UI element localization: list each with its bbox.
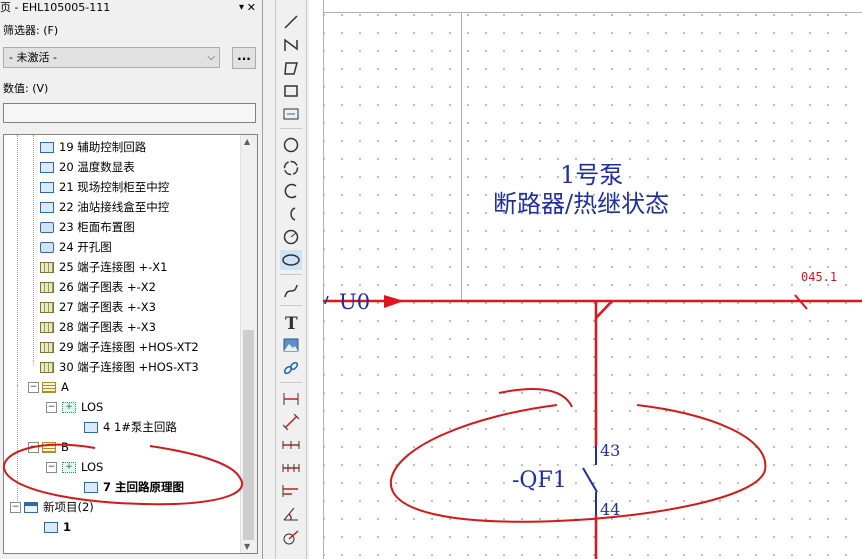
tree-item-page[interactable]: 20 温度数显表 xyxy=(40,158,135,176)
page-icon xyxy=(44,522,58,533)
collapse-toggle[interactable]: − xyxy=(28,382,39,393)
red-annotation-circle xyxy=(2,443,243,506)
tree-item-page[interactable]: 22 油站接线盒至中控 xyxy=(40,198,169,216)
tree-item-page[interactable]: 21 现场控制柜至中控 xyxy=(40,178,169,196)
tree-item-page[interactable]: 27 端子图表 +-X3 xyxy=(40,298,156,316)
collapse-toggle[interactable]: − xyxy=(46,402,57,413)
dimension-angled-icon[interactable] xyxy=(280,412,302,432)
panel-titlebar: 页 - EHL105005-111 ▾ ✕ xyxy=(0,0,262,16)
filter-options-button[interactable]: ... xyxy=(232,47,256,69)
tree-item-page[interactable]: 29 端子连接图 +HOS-XT2 xyxy=(40,338,199,356)
tree-item-page[interactable]: 30 端子连接图 +HOS-XT3 xyxy=(40,358,199,376)
drawing-toolbar: T xyxy=(275,0,307,559)
dimension-chain-icon[interactable] xyxy=(280,435,302,455)
terminal-page-icon xyxy=(40,282,54,293)
cross-reference-label: 045.1 xyxy=(801,270,838,284)
tree-item-page[interactable]: 24 开孔图 xyxy=(40,238,112,256)
close-icon[interactable]: ✕ xyxy=(247,0,256,16)
scroll-down-icon[interactable]: ▼ xyxy=(244,542,250,551)
chevron-down-icon: ⌵ xyxy=(207,52,215,63)
arc-3-icon[interactable] xyxy=(280,227,302,247)
hyperlink-icon[interactable] xyxy=(280,358,302,378)
spline-icon[interactable] xyxy=(280,281,302,301)
terminal-page-icon xyxy=(40,322,54,333)
page-icon xyxy=(40,142,54,153)
text-icon[interactable]: T xyxy=(280,312,302,334)
svg-text:T: T xyxy=(285,314,298,332)
value-label: 数值: (V) xyxy=(3,82,49,95)
location-icon: + xyxy=(62,402,76,413)
circle-icon[interactable] xyxy=(280,135,302,155)
page-navigator-panel: 页 - EHL105005-111 ▾ ✕ 筛选器: (F) - 未激活 - ⌵… xyxy=(0,0,263,559)
tree-item-group-a[interactable]: A xyxy=(42,378,69,396)
scroll-up-icon[interactable]: ▲ xyxy=(244,137,250,146)
tree-item-page[interactable]: 19 辅助控制回路 xyxy=(40,138,146,156)
line-icon[interactable] xyxy=(280,12,302,32)
text-field-icon[interactable] xyxy=(280,104,302,124)
panel-title: 页 - EHL105005-111 xyxy=(0,1,111,14)
tree-item-page[interactable]: 1 xyxy=(44,518,71,536)
red-annotation-ellipse xyxy=(389,388,767,523)
tree-item-page[interactable]: 25 端子连接图 +-X1 xyxy=(40,258,167,276)
polygon-icon[interactable] xyxy=(280,58,302,78)
signal-label: U0 xyxy=(339,290,371,314)
filter-select[interactable]: - 未激活 - ⌵ xyxy=(3,47,220,68)
value-input[interactable] xyxy=(3,103,256,123)
image-icon[interactable] xyxy=(280,335,302,355)
page-icon xyxy=(40,202,54,213)
page-icon xyxy=(40,182,54,193)
filter-select-value: - 未激活 - xyxy=(9,51,57,64)
layout-page-icon xyxy=(40,222,54,233)
tree-item-page[interactable]: 26 端子图表 +-X2 xyxy=(40,278,156,296)
arc-icon[interactable] xyxy=(280,181,302,201)
tree-item-location[interactable]: + LOS xyxy=(62,398,103,416)
terminal-page-icon xyxy=(40,342,54,353)
tree-item-page[interactable]: 28 端子图表 +-X3 xyxy=(40,318,156,336)
terminal-page-icon xyxy=(40,262,54,273)
dimension-angle-icon[interactable] xyxy=(280,504,302,524)
layout-page-icon xyxy=(40,242,54,253)
circle-3pt-icon[interactable] xyxy=(280,158,302,178)
dimension-icon[interactable] xyxy=(280,389,302,409)
schematic-canvas[interactable]: 1号泵 断路器/热继状态 U0 045.1 -QF1 43 44 xyxy=(309,0,862,559)
polyline-icon[interactable] xyxy=(280,35,302,55)
filter-label: 筛选器: (F) xyxy=(3,24,59,37)
rectangle-icon[interactable] xyxy=(280,81,302,101)
dimension-chain-2-icon[interactable] xyxy=(280,458,302,478)
dimension-radius-icon[interactable] xyxy=(280,527,302,547)
dimension-base-icon[interactable] xyxy=(280,481,302,501)
page-icon xyxy=(84,422,98,433)
ellipse-icon[interactable] xyxy=(280,250,302,270)
terminal-page-icon xyxy=(40,362,54,373)
terminal-page-icon xyxy=(40,302,54,313)
tree-item-page[interactable]: 4 1#泵主回路 xyxy=(84,418,177,436)
pin-icon[interactable]: ▾ xyxy=(239,0,244,16)
tree-item-page[interactable]: 23 柜面布置图 xyxy=(40,218,135,236)
structure-list-icon xyxy=(42,382,56,393)
page-icon xyxy=(40,162,54,173)
arc-2-icon[interactable] xyxy=(280,204,302,224)
